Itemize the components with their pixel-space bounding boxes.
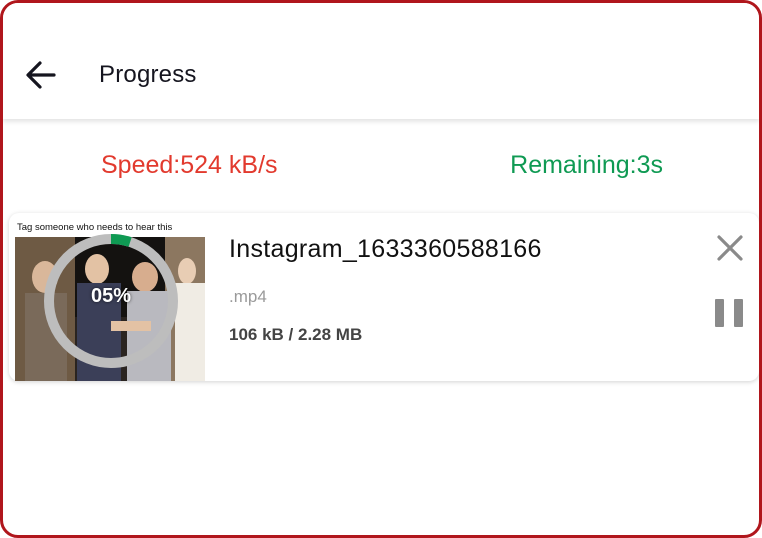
back-button[interactable] <box>21 55 61 95</box>
close-icon <box>717 235 743 261</box>
pause-icon <box>715 299 724 327</box>
remaining-time-label: Remaining:3s <box>510 151 663 179</box>
pause-icon-bar <box>734 299 743 327</box>
progress-percent: 05% <box>90 285 132 307</box>
download-size: 106 kB / 2.28 MB <box>229 325 363 344</box>
speed-label: Speed:524 kB/s <box>101 151 278 179</box>
video-thumbnail: Tag someone who needs to hear this 05% <box>15 221 205 381</box>
pause-download-button[interactable] <box>715 299 743 329</box>
file-name: Instagram_1633360588166 <box>229 235 542 263</box>
arrow-left-icon <box>26 61 56 89</box>
cancel-download-button[interactable] <box>713 231 747 265</box>
app-window: Progress Speed:524 kB/s Remaining:3s Tag… <box>0 0 762 538</box>
page-title: Progress <box>99 61 197 88</box>
file-extension: .mp4 <box>229 287 267 306</box>
app-bar: Progress <box>3 3 759 119</box>
download-item-card[interactable]: Tag someone who needs to hear this 05% I… <box>9 213 759 381</box>
